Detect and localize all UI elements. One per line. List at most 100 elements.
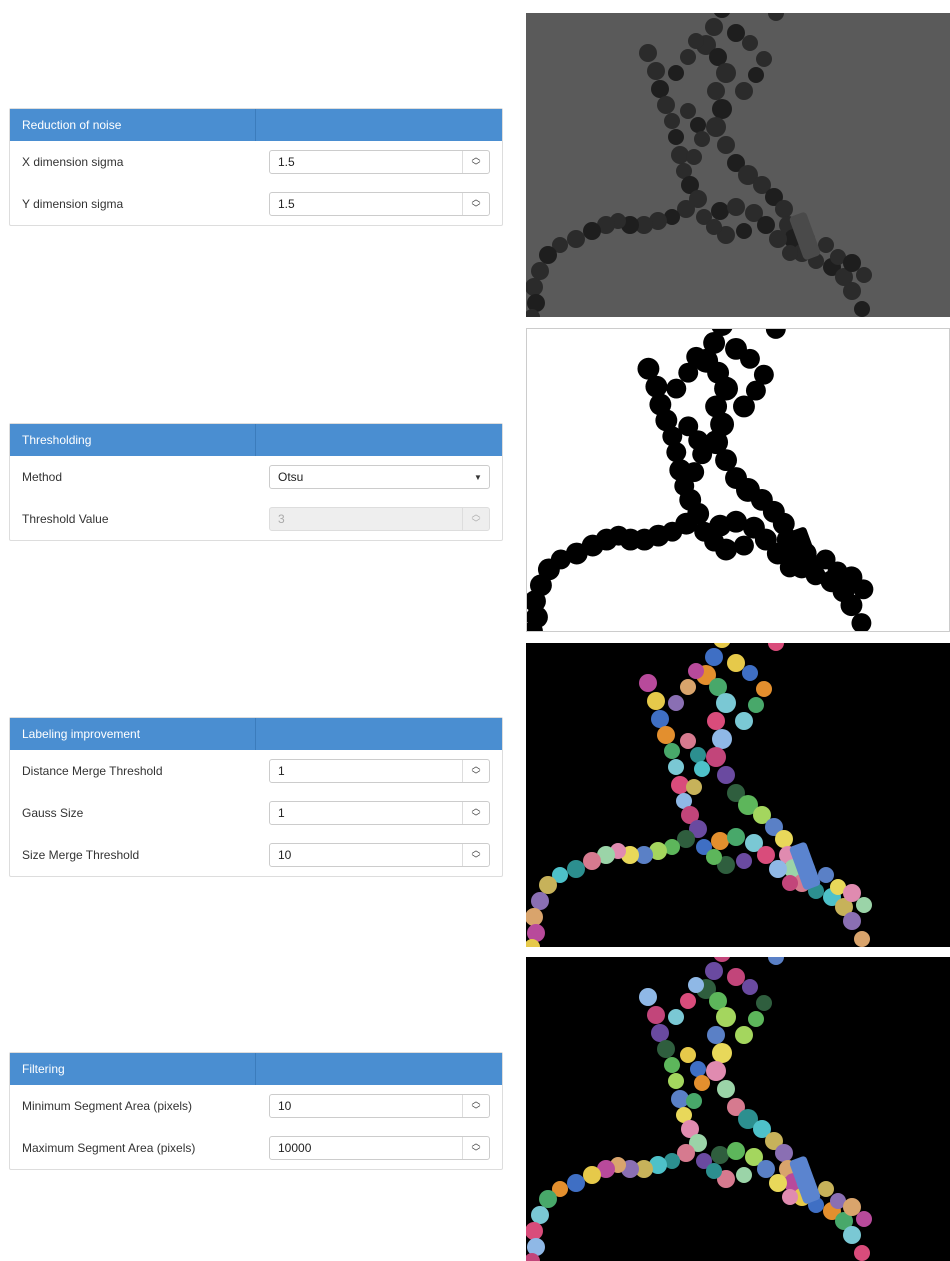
labeling-panel: Labeling improvement Distance Merge Thre… [9,717,503,877]
particle [727,198,745,216]
max-area-input[interactable]: 10000 ︿ ﹀ [269,1136,490,1160]
size-merge-spinner[interactable]: ︿ ﹀ [462,844,489,866]
particle [680,49,696,65]
particle [705,962,723,980]
x-sigma-value[interactable]: 1.5 [270,155,462,169]
particle [818,867,834,883]
chevron-down-icon[interactable]: ﹀ [471,813,480,822]
particle [657,1040,675,1058]
particle [583,222,601,240]
grayscale-image-canvas [526,13,950,317]
particle [717,766,735,784]
max-area-row: Maximum Segment Area (pixels) 10000 ︿ ﹀ [10,1127,502,1169]
chevron-down-icon[interactable]: ﹀ [471,855,480,864]
labeled-image [526,643,950,947]
particle [694,761,710,777]
gauss-value[interactable]: 1 [270,806,462,820]
distance-value[interactable]: 1 [270,764,462,778]
x-sigma-spinner[interactable]: ︿ ﹀ [462,151,489,173]
particle [668,695,684,711]
particle [688,33,704,49]
particle [742,979,758,995]
distance-label: Distance Merge Threshold [22,764,163,778]
particle [639,44,657,62]
particle [769,230,787,248]
particle [684,462,705,482]
min-area-value[interactable]: 10 [270,1099,462,1113]
threshold-value: 3 [278,512,285,526]
filtering-panel: Filtering Minimum Segment Area (pixels) … [9,1052,503,1170]
particle [748,67,764,83]
threshold-panel: Thresholding Method Otsu ▼ Threshold Val… [9,423,503,541]
particle [706,747,726,767]
particle [706,117,726,137]
particle [756,681,772,697]
binary-image [526,328,950,632]
particle [690,1061,706,1077]
gauss-input[interactable]: 1 ︿ ﹀ [269,801,490,825]
x-sigma-input[interactable]: 1.5 ︿ ﹀ [269,150,490,174]
particle [736,1167,752,1183]
x-sigma-label: X dimension sigma [22,155,124,169]
particle [680,103,696,119]
min-area-input[interactable]: 10 ︿ ﹀ [269,1094,490,1118]
caret-down-icon[interactable]: ▼ [467,466,489,488]
threshold-panel-title: Thresholding [22,433,92,447]
particle [705,648,723,666]
particle [734,535,754,556]
chevron-down-icon[interactable]: ﹀ [471,1148,480,1157]
particle [692,444,713,465]
particle [818,1181,834,1197]
binary-image-canvas [527,329,949,631]
header-divider [255,1053,256,1085]
distance-row: Distance Merge Threshold 1 ︿ ﹀ [10,750,502,792]
min-area-spinner[interactable]: ︿ ﹀ [462,1095,489,1117]
distance-input[interactable]: 1 ︿ ﹀ [269,759,490,783]
labeled-image-canvas [526,643,950,947]
filtering-panel-title: Filtering [22,1062,65,1076]
gauss-spinner[interactable]: ︿ ﹀ [462,802,489,824]
particle [527,924,545,942]
chevron-down-icon[interactable]: ﹀ [471,162,480,171]
header-divider [255,718,256,750]
particle [686,149,702,165]
gauss-label: Gauss Size [22,806,84,820]
y-sigma-input[interactable]: 1.5 ︿ ﹀ [269,192,490,216]
y-sigma-value[interactable]: 1.5 [270,197,462,211]
particle [664,743,680,759]
particle [716,63,736,83]
y-sigma-row: Y dimension sigma 1.5 ︿ ﹀ [10,183,502,225]
particle [769,860,787,878]
size-merge-input[interactable]: 10 ︿ ﹀ [269,843,490,867]
header-divider [255,424,256,456]
particle [567,1174,585,1192]
particle [742,35,758,51]
size-merge-value[interactable]: 10 [270,848,462,862]
particle [757,1160,775,1178]
distance-spinner[interactable]: ︿ ﹀ [462,760,489,782]
min-area-label: Minimum Segment Area (pixels) [22,1099,193,1113]
max-area-spinner[interactable]: ︿ ﹀ [462,1137,489,1159]
max-area-label: Maximum Segment Area (pixels) [22,1141,196,1155]
max-area-value[interactable]: 10000 [270,1141,462,1155]
chevron-down-icon[interactable]: ﹀ [471,771,480,780]
particle [664,113,680,129]
particle [727,968,745,986]
method-select[interactable]: Otsu ▼ [269,465,490,489]
threshold-value-input: 3 ︿ ﹀ [269,507,490,531]
min-area-row: Minimum Segment Area (pixels) 10 ︿ ﹀ [10,1085,502,1127]
y-sigma-spinner[interactable]: ︿ ﹀ [462,193,489,215]
particle [706,219,722,235]
particle [705,18,723,36]
method-row: Method Otsu ▼ [10,456,502,498]
particle [843,912,861,930]
chevron-down-icon[interactable]: ﹀ [471,204,480,213]
particle [782,1189,798,1205]
particle [782,245,798,261]
method-value[interactable]: Otsu [270,470,467,484]
particle [668,1073,684,1089]
particle [854,1245,870,1261]
particle [706,849,722,865]
chevron-down-icon[interactable]: ﹀ [471,1106,480,1115]
particle [711,202,729,220]
